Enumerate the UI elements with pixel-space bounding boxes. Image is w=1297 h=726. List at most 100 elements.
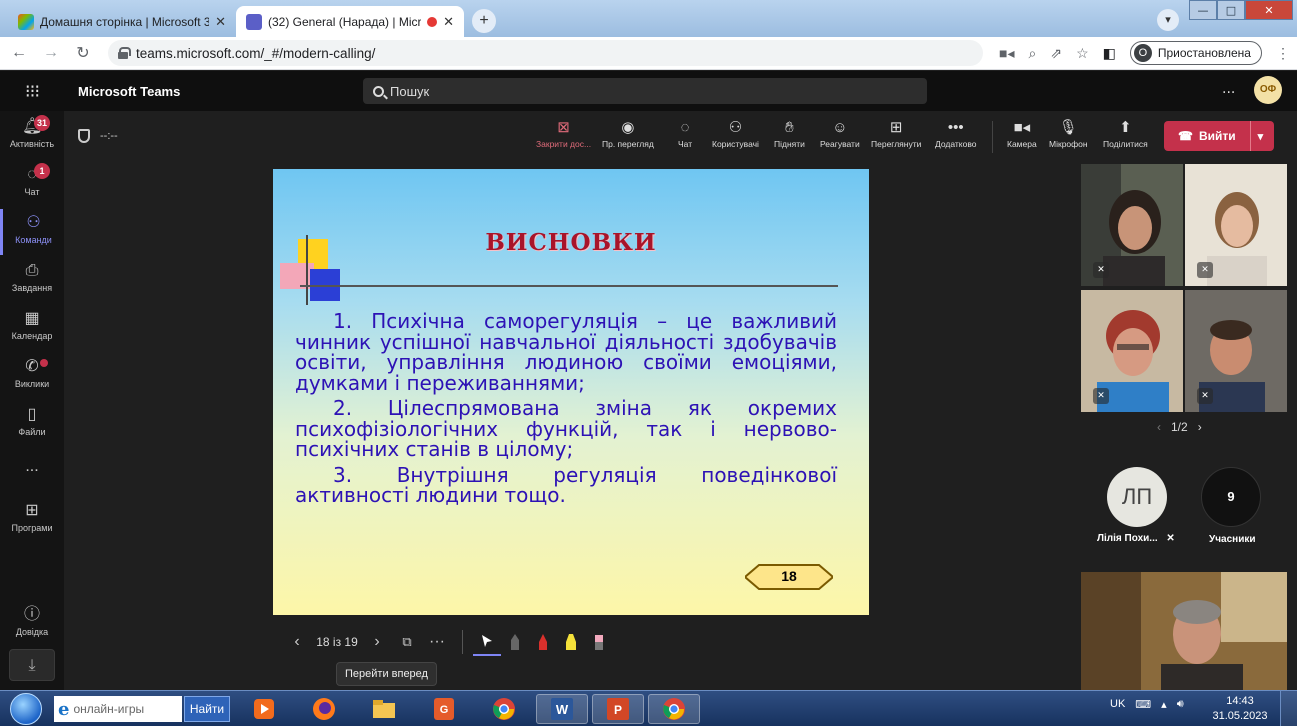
self-video[interactable]: [1081, 572, 1287, 690]
maximize-button[interactable]: □: [1217, 0, 1245, 20]
more-actions-button[interactable]: ••• Додатково: [935, 117, 976, 149]
app-launcher-icon[interactable]: ⁝⁝⁝: [0, 81, 64, 102]
view-button[interactable]: ⊞ Переглянути: [871, 117, 921, 149]
new-tab-button[interactable]: +: [472, 9, 496, 33]
forward-icon[interactable]: →: [38, 44, 64, 62]
camera-icon: ■◂: [1013, 119, 1031, 136]
chrome-window-icon[interactable]: [648, 694, 700, 724]
camera-button[interactable]: ■◂ Камера: [1007, 117, 1037, 149]
back-icon[interactable]: ←: [6, 44, 32, 62]
stop-sharing-button[interactable]: ⊠ Закрити дос...: [536, 117, 591, 149]
chat-button[interactable]: ◌ Чат: [678, 117, 692, 149]
close-window-button[interactable]: ✕: [1245, 0, 1293, 20]
taskbar-search-button[interactable]: Найти: [184, 696, 230, 722]
browser-tab-home[interactable]: Домашня сторінка | Microsoft 3 ✕: [8, 6, 236, 37]
browser-tab-teams[interactable]: (32) General (Нарада) | Micro ✕: [236, 6, 464, 37]
zoom-icon[interactable]: ⌕: [1028, 45, 1036, 62]
rail-item-calendar[interactable]: ▦ Календар: [0, 305, 64, 351]
microphone-button[interactable]: 🎙︎ Мікрофон: [1049, 117, 1088, 149]
download-icon[interactable]: ⤓: [9, 649, 55, 681]
svg-text:P: P: [614, 703, 622, 717]
shield-icon: [78, 129, 90, 143]
participant-video[interactable]: ✕: [1081, 164, 1183, 286]
participant-video[interactable]: ✕: [1185, 290, 1287, 412]
participant-video[interactable]: ✕: [1081, 290, 1183, 412]
profile-button[interactable]: О Приостановлена: [1129, 41, 1262, 65]
close-tab-icon[interactable]: ✕: [443, 14, 454, 30]
rail-item-teams[interactable]: ⚇ Команди: [0, 209, 64, 255]
lock-icon: [118, 47, 131, 59]
word-icon[interactable]: W: [536, 694, 588, 724]
rail-item-calls[interactable]: ✆ Виклики: [0, 353, 64, 399]
settings-more-button[interactable]: ...: [1222, 81, 1235, 97]
chevron-down-icon[interactable]: ▾: [1258, 130, 1264, 143]
keyboard-icon[interactable]: ⌨: [1135, 698, 1151, 711]
highlighter-yellow-icon[interactable]: [557, 628, 585, 656]
show-desktop-button[interactable]: [1280, 691, 1297, 726]
slide-paragraph: 3. Внутрішня регуляція поведінкової акти…: [295, 462, 837, 507]
chrome-icon[interactable]: [478, 694, 530, 724]
help-icon: ⓘ: [23, 606, 40, 623]
rail-item-more[interactable]: ...: [0, 453, 64, 499]
rail-item-apps[interactable]: ⊞ Програми: [0, 497, 64, 543]
teams-icon: ⚇: [26, 214, 41, 231]
leave-button[interactable]: ☎ Вийти ▾: [1164, 121, 1274, 151]
tab-search-icon[interactable]: ▾: [1157, 9, 1179, 31]
side-panel-icon[interactable]: ◧: [1103, 45, 1116, 62]
rail-item-label: Завдання: [11, 283, 53, 293]
share-button[interactable]: ⬆ Поділитися: [1103, 117, 1148, 149]
pdf-app-icon[interactable]: G: [418, 694, 470, 724]
share-icon[interactable]: ⇗: [1050, 45, 1062, 62]
user-avatar[interactable]: ОФ: [1254, 76, 1282, 104]
language-indicator[interactable]: UK: [1110, 698, 1125, 711]
start-button-icon[interactable]: [10, 693, 42, 725]
rail-item-help[interactable]: ⓘ Довідка: [0, 601, 64, 647]
slide-grid-icon[interactable]: ⧉: [392, 634, 422, 650]
file-explorer-icon[interactable]: [358, 694, 410, 724]
participant-video[interactable]: ✕: [1185, 164, 1287, 286]
pen-red-icon[interactable]: [529, 628, 557, 656]
rail-item-chat[interactable]: ◌ 1 Чат: [0, 161, 64, 207]
address-bar: ← → ↻ teams.microsoft.com/_#/modern-call…: [0, 37, 1297, 70]
people-button[interactable]: ⚇ Користувачі: [712, 117, 759, 149]
pager-prev-icon[interactable]: ‹: [1157, 420, 1161, 434]
muted-mic-icon: ✕: [1197, 262, 1213, 278]
rail-item-files[interactable]: ▯ Файли: [0, 401, 64, 447]
camera-indicator-icon[interactable]: ■◂: [999, 45, 1014, 62]
powerpoint-icon[interactable]: P: [592, 694, 644, 724]
more-icon: •••: [947, 119, 964, 136]
minimize-button[interactable]: —: [1189, 0, 1217, 20]
next-slide-icon[interactable]: ›: [362, 633, 392, 651]
media-player-icon[interactable]: [238, 694, 290, 724]
taskbar-search-input[interactable]: e онлайн-игры: [54, 696, 182, 722]
pager-next-icon[interactable]: ›: [1198, 420, 1202, 434]
participant-avatar[interactable]: ЛП: [1107, 467, 1167, 527]
previous-slide-icon[interactable]: ‹: [282, 633, 312, 651]
firefox-icon[interactable]: [298, 694, 350, 724]
raise-hand-button[interactable]: ✋︎ Підняти: [774, 117, 805, 149]
bookmark-star-icon[interactable]: ☆: [1076, 45, 1089, 62]
browser-menu-icon[interactable]: ⋮: [1276, 45, 1290, 62]
reload-icon[interactable]: ↻: [70, 43, 96, 63]
volume-icon[interactable]: 🔊︎: [1177, 698, 1184, 711]
clock[interactable]: 14:43 31.05.2023: [1210, 694, 1270, 724]
presenter-view-button[interactable]: ◉ Пр. перегляд: [602, 117, 654, 149]
more-options-button[interactable]: ···: [422, 633, 452, 651]
rail-item-tasks[interactable]: ⎙ Завдання: [0, 257, 64, 303]
react-button[interactable]: ☺ Реагувати: [820, 117, 860, 149]
recording-icon: [427, 16, 438, 27]
rail-item-label: Активність: [9, 139, 55, 149]
search-input[interactable]: Пошук: [363, 78, 927, 104]
eraser-icon[interactable]: [585, 628, 613, 656]
tray-expand-icon[interactable]: ▴: [1161, 698, 1167, 711]
muted-mic-icon: ✕: [1093, 262, 1109, 278]
participants-count-button[interactable]: 9: [1201, 467, 1261, 527]
pen-gray-icon[interactable]: [501, 628, 529, 656]
svg-text:G: G: [440, 704, 449, 716]
laser-pointer-icon[interactable]: [473, 628, 501, 656]
url-field[interactable]: teams.microsoft.com/_#/modern-calling/: [108, 40, 983, 66]
muted-mic-icon: ✕: [1093, 388, 1109, 404]
close-tab-icon[interactable]: ✕: [215, 14, 226, 30]
rail-item-activity[interactable]: 🔔︎ 31 Активність: [0, 113, 64, 159]
ie-icon: e: [58, 698, 70, 720]
